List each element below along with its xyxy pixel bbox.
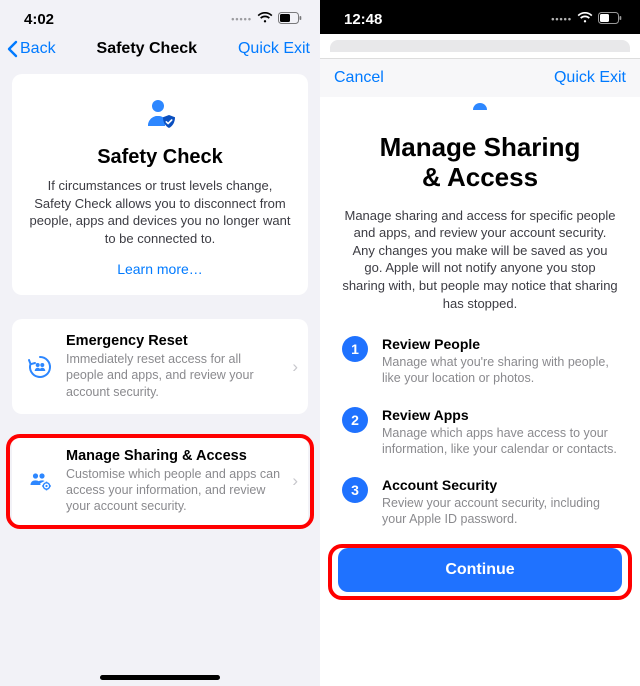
nav-bar: Cancel Quick Exit bbox=[320, 58, 640, 97]
cancel-button[interactable]: Cancel bbox=[334, 69, 384, 87]
step-number: 2 bbox=[342, 407, 368, 433]
hero-card: Safety Check If circumstances or trust l… bbox=[12, 74, 308, 295]
cell-dots-icon: ••••• bbox=[551, 14, 572, 24]
status-right: ••••• bbox=[231, 11, 302, 28]
step-number: 3 bbox=[342, 477, 368, 503]
wifi-icon bbox=[257, 11, 273, 28]
page-description: Manage sharing and access for specific p… bbox=[342, 207, 618, 312]
status-bar: 4:02 ••••• bbox=[0, 0, 320, 34]
step-body: Manage what you're sharing with people, … bbox=[382, 354, 618, 387]
hero-title: Safety Check bbox=[28, 146, 292, 169]
emergency-body: Immediately reset access for all people … bbox=[66, 351, 280, 400]
screenshot-right: 12:48 ••••• Cancel Quick Exit Manage Sha… bbox=[320, 0, 640, 686]
gear-icon bbox=[342, 97, 618, 115]
reset-icon bbox=[26, 354, 54, 380]
step-title: Account Security bbox=[382, 477, 618, 493]
step-title: Review Apps bbox=[382, 407, 618, 423]
status-right: ••••• bbox=[551, 11, 622, 28]
wifi-icon bbox=[577, 11, 593, 28]
step-number: 1 bbox=[342, 336, 368, 362]
nav-title: Safety Check bbox=[97, 40, 198, 58]
status-bar: 12:48 ••••• bbox=[320, 0, 640, 34]
quick-exit-button[interactable]: Quick Exit bbox=[554, 69, 626, 87]
emergency-reset-row[interactable]: Emergency Reset Immediately reset access… bbox=[12, 319, 308, 414]
manage-sharing-row[interactable]: Manage Sharing & Access Customise which … bbox=[12, 434, 308, 529]
hero-body: If circumstances or trust levels change,… bbox=[28, 177, 292, 247]
step-body: Review your account security, including … bbox=[382, 495, 618, 528]
learn-more-link[interactable]: Learn more… bbox=[28, 261, 292, 277]
emergency-title: Emergency Reset bbox=[66, 333, 280, 349]
chevron-left-icon bbox=[6, 40, 18, 58]
nav-bar: Back Safety Check Quick Exit bbox=[0, 34, 320, 66]
step-review-apps: 2 Review Apps Manage which apps have acc… bbox=[342, 407, 618, 458]
screenshot-left: 4:02 ••••• Back Safety Check Quick Exit bbox=[0, 0, 320, 686]
step-body: Manage which apps have access to your in… bbox=[382, 425, 618, 458]
status-time: 4:02 bbox=[24, 11, 54, 28]
manage-body: Customise which people and apps can acce… bbox=[66, 466, 280, 515]
step-review-people: 1 Review People Manage what you're shari… bbox=[342, 336, 618, 387]
back-label: Back bbox=[20, 40, 56, 58]
step-account-security: 3 Account Security Review your account s… bbox=[342, 477, 618, 528]
back-button[interactable]: Back bbox=[6, 40, 56, 58]
battery-icon bbox=[278, 11, 302, 28]
manage-title: Manage Sharing & Access bbox=[66, 448, 280, 464]
continue-button[interactable]: Continue bbox=[338, 548, 622, 592]
chevron-right-icon: › bbox=[292, 357, 298, 377]
safety-check-icon bbox=[28, 96, 292, 134]
battery-icon bbox=[598, 11, 622, 28]
step-title: Review People bbox=[382, 336, 618, 352]
chevron-right-icon: › bbox=[292, 471, 298, 491]
status-time: 12:48 bbox=[344, 11, 382, 28]
home-indicator bbox=[100, 675, 220, 680]
page-title: Manage Sharing & Access bbox=[342, 133, 618, 193]
steps-list: 1 Review People Manage what you're shari… bbox=[342, 336, 618, 528]
cell-dots-icon: ••••• bbox=[231, 14, 252, 24]
people-gear-icon bbox=[26, 468, 54, 494]
quick-exit-button[interactable]: Quick Exit bbox=[238, 40, 310, 58]
